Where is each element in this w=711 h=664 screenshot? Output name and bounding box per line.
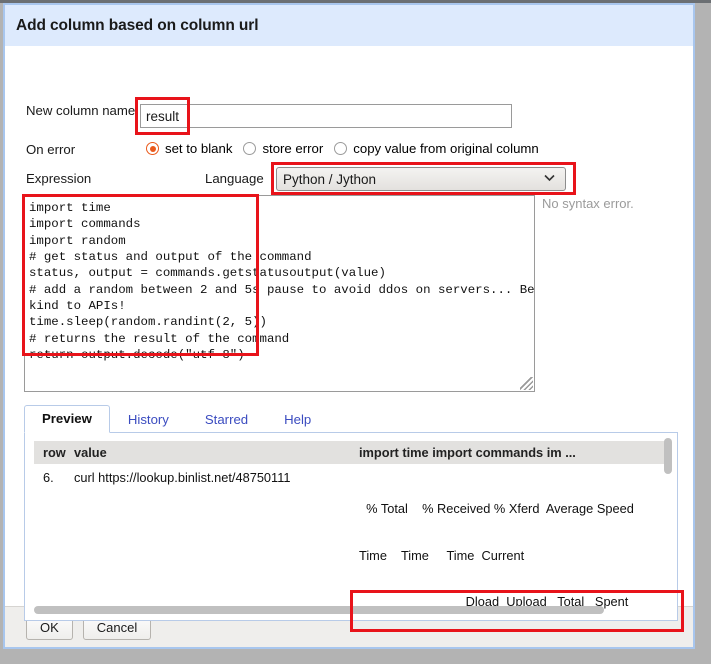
cell-row-number: 6. (43, 470, 54, 485)
radio-set-to-blank[interactable]: set to blank (146, 141, 232, 156)
preview-table: row value import time import commands im… (34, 441, 670, 620)
preview-table-header: row value import time import commands im… (34, 441, 670, 464)
tab-starred[interactable]: Starred (187, 406, 266, 433)
radio-indicator-store-error[interactable] (243, 142, 257, 155)
language-select[interactable]: Python / Jython (276, 167, 566, 191)
preview-horizontal-scrollbar[interactable] (34, 606, 655, 614)
chevron-down-icon (544, 173, 555, 185)
preview-tabs-region: Preview History Starred Help row value i… (24, 404, 678, 621)
resize-handle-icon[interactable] (520, 377, 533, 390)
language-label-wrap: Language (205, 171, 264, 186)
on-error-label-wrap: On error (26, 142, 75, 157)
preview-vertical-scrollbar[interactable] (664, 438, 672, 598)
new-column-name-input[interactable] (140, 104, 512, 128)
expression-code-text[interactable]: import time import commands import rando… (25, 196, 534, 363)
new-column-name-label: New column name (26, 103, 136, 118)
cell-output: % Total % Received % Xferd Average Speed… (359, 470, 670, 620)
tab-preview[interactable]: Preview (24, 405, 110, 433)
cell-value: curl https://lookup.binlist.net/48750111 (74, 470, 291, 485)
screen: Add column based on column url New colum… (0, 0, 711, 664)
expression-label-wrap: Expression (26, 171, 91, 186)
radio-store-error[interactable]: store error (243, 141, 323, 156)
tab-history[interactable]: History (110, 406, 187, 433)
tabstrip: Preview History Starred Help (24, 404, 678, 433)
radio-indicator-copy-value[interactable] (334, 142, 348, 155)
table-row: 6. curl https://lookup.binlist.net/48750… (34, 464, 670, 620)
page-title: Add column based on column url (16, 16, 259, 34)
add-column-dialog: Add column based on column url New colum… (3, 3, 695, 649)
radio-indicator-set-to-blank[interactable] (146, 142, 159, 155)
on-error-radio-group: set to blank store error copy value from… (146, 141, 550, 156)
on-error-label: On error (26, 142, 76, 157)
preview-panel: row value import time import commands im… (24, 433, 678, 621)
dialog-body: New column name On error set to blank st… (5, 46, 693, 632)
radio-label-store-error: store error (262, 141, 324, 156)
expression-label: Expression (26, 171, 92, 186)
radio-label-copy-value: copy value from original column (353, 141, 539, 156)
expression-code-editor[interactable]: import time import commands import rando… (24, 195, 535, 392)
language-label: Language (205, 171, 264, 186)
syntax-status-message: No syntax error. (542, 196, 634, 211)
column-header-value: value (74, 445, 107, 460)
preview-vertical-scrollbar-thumb[interactable] (664, 438, 672, 474)
tab-help[interactable]: Help (266, 406, 329, 433)
column-header-row: row (43, 445, 66, 460)
output-line: Time Time Time Current (359, 547, 525, 563)
column-header-output: import time import commands im ... (359, 445, 576, 460)
radio-copy-value[interactable]: copy value from original column (334, 141, 539, 156)
radio-label-set-to-blank: set to blank (165, 141, 233, 156)
dialog-header: Add column based on column url (5, 5, 693, 46)
new-column-name-label-wrap: New column name (26, 103, 135, 118)
preview-horizontal-scrollbar-thumb[interactable] (34, 606, 604, 614)
language-select-value: Python / Jython (283, 171, 377, 187)
output-line: % Total % Received % Xferd Average Speed (359, 501, 634, 516)
preview-scroll-area[interactable]: row value import time import commands im… (25, 433, 677, 620)
